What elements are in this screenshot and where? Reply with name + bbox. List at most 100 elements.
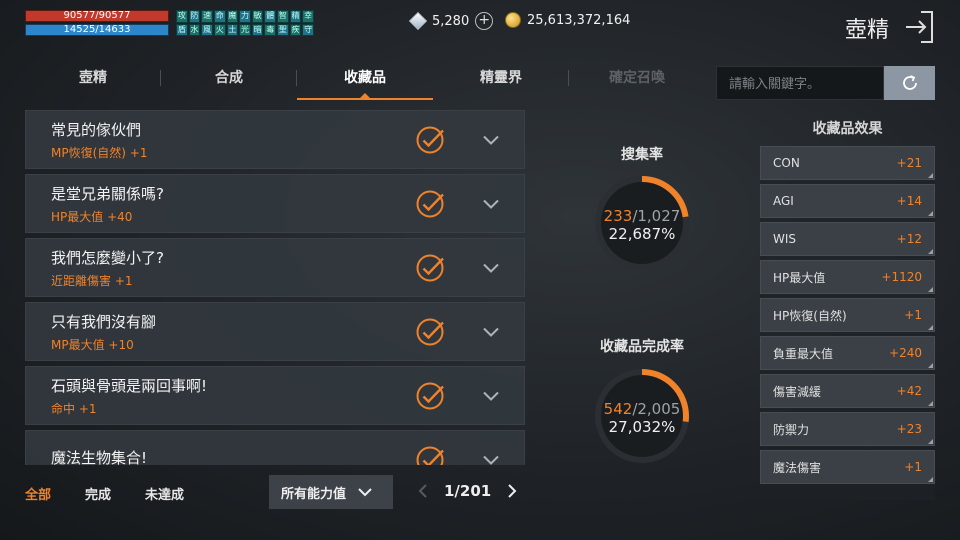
effect-name: 傷害減緩 — [773, 384, 822, 399]
complete-rate-count: 542/2,005 27,032% — [592, 400, 692, 436]
collection-item-text: 石頭與骨頭是兩回事啊! 命中 +1 — [51, 375, 415, 417]
chevron-down-icon[interactable] — [483, 135, 499, 145]
buff-icon[interactable]: 光 — [239, 23, 251, 36]
chevron-down-icon — [358, 488, 372, 497]
effect-row[interactable]: 傷害減緩 +42 — [760, 374, 935, 408]
diamond-icon — [408, 11, 428, 31]
main-tabs: 壺精 合成 收藏品 精靈界 確定召喚 — [25, 62, 705, 100]
add-gems-button[interactable]: + — [475, 12, 494, 30]
filter-all[interactable]: 全部 — [25, 484, 51, 503]
collection-item[interactable]: 常見的傢伙們 MP恢復(自然) +1 — [25, 110, 525, 169]
buff-icon[interactable]: 力 — [239, 10, 251, 23]
effects-list[interactable]: CON +21 AGI +14 WIS +12 HP最大值 +1120 HP恢復(自然) +1 負重… — [760, 146, 935, 500]
gem-amount: 5,280 — [432, 13, 470, 29]
buff-icon[interactable]: 命 — [213, 10, 226, 23]
collection-item-text: 是堂兄弟關係嗎? HP最大值 +40 — [51, 183, 415, 225]
tab-collection[interactable]: 收藏品 — [297, 62, 433, 100]
effect-row[interactable]: 防禦力 +23 — [760, 412, 935, 446]
collect-rate-current: 233 — [603, 207, 633, 225]
buff-icon[interactable]: 智 — [277, 10, 289, 23]
pagination: 1/201 — [418, 482, 517, 500]
check-circle-icon — [416, 126, 444, 153]
search-input[interactable] — [716, 66, 884, 100]
chevron-down-icon[interactable] — [483, 391, 499, 401]
collection-list[interactable]: 常見的傢伙們 MP恢復(自然) +1 是堂兄弟關係嗎? HP最大值 +40 我們怎麼變小… — [25, 110, 525, 465]
chevron-down-icon[interactable] — [483, 327, 499, 337]
buff-icon[interactable]: 攻 — [176, 10, 188, 23]
exit-button[interactable] — [903, 10, 935, 44]
chevron-down-icon[interactable] — [483, 455, 499, 465]
buff-icon[interactable]: 精 — [289, 10, 302, 23]
chevron-down-icon[interactable] — [483, 199, 499, 209]
collection-item-title: 是堂兄弟關係嗎? — [51, 184, 164, 203]
buff-icon[interactable]: 風 — [201, 23, 213, 36]
effect-row[interactable]: 魔法傷害 +1 — [760, 450, 935, 484]
check-circle-icon — [416, 254, 444, 281]
collection-item-effect: MP最大值 +10 — [51, 337, 134, 352]
check-circle-icon — [416, 318, 444, 345]
collection-item[interactable]: 是堂兄弟關係嗎? HP最大值 +40 — [25, 174, 525, 233]
collection-item-title: 常見的傢伙們 — [51, 120, 142, 139]
mp-bar: 14525/14633 — [25, 24, 169, 36]
tab-compose[interactable]: 合成 — [161, 62, 297, 100]
gold-coin-icon — [505, 12, 521, 28]
collection-item[interactable]: 石頭與骨頭是兩回事啊! 命中 +1 — [25, 366, 525, 425]
buff-icons[interactable]: 攻防速命魔力敏體智精幸盾水風火土光暗毒聖疾守 — [176, 10, 314, 36]
effect-value: +21 — [896, 156, 922, 170]
effect-row[interactable]: CON +21 — [760, 146, 935, 180]
buff-icon[interactable]: 疾 — [289, 23, 302, 36]
page-title: 壺精 — [845, 18, 890, 43]
effect-row[interactable]: 負重最大值 +240 — [760, 336, 935, 370]
effect-row[interactable]: WIS +12 — [760, 222, 935, 256]
collection-item-effect: MP恢復(自然) +1 — [51, 145, 148, 160]
collection-item-title: 魔法生物集合! — [51, 449, 148, 465]
effect-value: +14 — [896, 194, 922, 208]
effect-name: 魔法傷害 — [773, 460, 822, 475]
effect-row[interactable]: AGI +14 — [760, 184, 935, 218]
buff-icon[interactable]: 速 — [201, 10, 213, 23]
buff-icon[interactable]: 盾 — [176, 23, 188, 36]
hp-bar: 90577/90577 — [25, 10, 169, 22]
effect-name: WIS — [773, 232, 797, 246]
refresh-button[interactable] — [884, 66, 935, 100]
effect-name: 負重最大值 — [773, 346, 834, 361]
complete-rate-label: 收藏品完成率 — [600, 339, 684, 355]
complete-rate-percent: 27,032% — [608, 418, 676, 436]
next-page-icon[interactable] — [507, 484, 517, 498]
buff-icon[interactable]: 魔 — [226, 10, 239, 23]
check-circle-icon — [416, 382, 444, 409]
buff-icon[interactable]: 毒 — [264, 23, 277, 36]
tab-genie[interactable]: 壺精 — [25, 62, 161, 100]
buff-icon[interactable]: 幸 — [302, 10, 314, 23]
effect-name: 防禦力 — [773, 422, 810, 437]
effect-row[interactable]: HP最大值 +1120 — [760, 260, 935, 294]
prev-page-icon[interactable] — [418, 484, 428, 498]
effect-row[interactable]: HP恢復(自然) +1 — [760, 298, 935, 332]
buff-icon[interactable]: 防 — [188, 10, 201, 23]
collect-rate-count: 233/1,027 22,687% — [592, 207, 692, 243]
effects-title: 收藏品效果 — [812, 121, 883, 137]
chevron-down-icon[interactable] — [483, 263, 499, 273]
buff-icon[interactable]: 守 — [302, 23, 314, 36]
buff-icon[interactable]: 土 — [226, 23, 239, 36]
collect-rate-gauge: 233/1,027 22,687% — [592, 173, 692, 273]
collection-item[interactable]: 魔法生物集合! — [25, 430, 525, 465]
effect-value: +23 — [896, 422, 922, 436]
effect-value: +42 — [896, 384, 922, 398]
buff-icon[interactable]: 體 — [264, 10, 277, 23]
filter-done[interactable]: 完成 — [85, 484, 111, 503]
buff-icon[interactable]: 聖 — [277, 23, 289, 36]
buff-icon[interactable]: 暗 — [251, 23, 264, 36]
collect-rate-percent: 22,687% — [608, 225, 676, 243]
collection-item[interactable]: 只有我們沒有腳 MP最大值 +10 — [25, 302, 525, 361]
collection-item[interactable]: 我們怎麼變小了? 近距離傷害 +1 — [25, 238, 525, 297]
buff-icon[interactable]: 水 — [188, 23, 201, 36]
buff-icon[interactable]: 火 — [213, 23, 226, 36]
complete-rate-gauge: 542/2,005 27,032% — [592, 366, 692, 466]
stat-filter-value: 所有能力值 — [281, 486, 347, 502]
stat-filter-dropdown[interactable]: 所有能力值 — [269, 475, 393, 509]
buff-icon[interactable]: 敏 — [251, 10, 264, 23]
filter-undone[interactable]: 未達成 — [145, 484, 184, 503]
tab-confirm-summon[interactable]: 確定召喚 — [569, 62, 705, 100]
tab-spirit-realm[interactable]: 精靈界 — [433, 62, 569, 100]
